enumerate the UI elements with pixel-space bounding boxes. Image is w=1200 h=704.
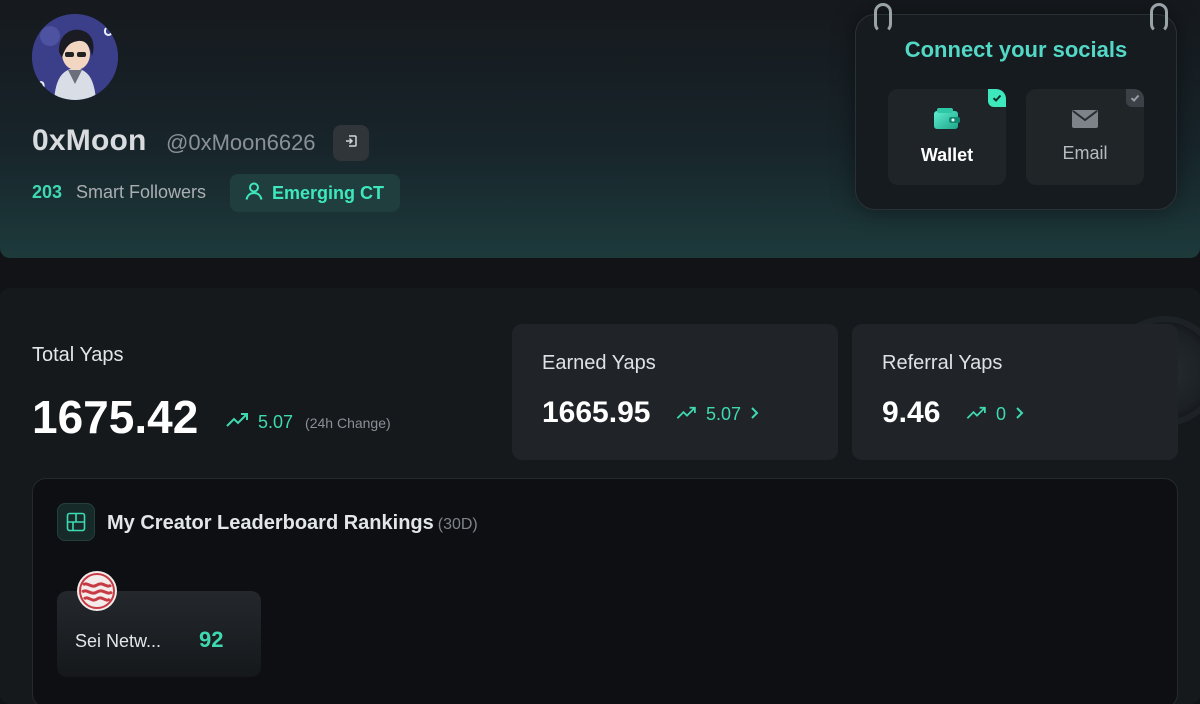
referral-yaps-change: 0 <box>966 404 1024 425</box>
earned-yaps-label: Earned Yaps <box>542 352 656 374</box>
earned-yaps-card[interactable]: Earned Yaps 1665.95 5.07 <box>512 324 838 460</box>
connect-socials-card: Connect your socials Wallet Email <box>855 3 1177 210</box>
email-label: Email <box>1062 143 1108 163</box>
chevron-right-icon[interactable] <box>749 404 759 425</box>
trending-up-icon <box>966 404 988 425</box>
wallet-icon <box>934 108 960 135</box>
emerging-ct-badge[interactable]: Emerging CT <box>230 174 401 212</box>
creator-leaderboard-rankings: My Creator Leaderboard Rankings (30D) Sei… <box>32 478 1178 704</box>
rankings-title-text: My Creator Leaderboard Rankings <box>107 512 434 534</box>
binder-ring-icon <box>874 3 892 33</box>
checkmark-icon <box>988 89 1006 107</box>
layout-grid-icon <box>57 503 95 541</box>
referral-yaps-value: 9.46 <box>882 396 941 429</box>
user-icon <box>244 181 264 206</box>
checkmark-icon <box>1126 89 1144 107</box>
chevron-right-icon[interactable] <box>1014 404 1024 425</box>
change-value: 0 <box>996 404 1007 424</box>
ranking-project-name: Sei Netw... <box>75 631 162 651</box>
earned-yaps-change: 5.07 <box>676 404 759 425</box>
change-period: (24h Change) <box>305 414 391 431</box>
badge-label: Emerging CT <box>272 182 385 203</box>
binder-ring-icon <box>1150 3 1168 33</box>
total-yaps-value: 1675.42 <box>32 391 199 443</box>
smart-followers-count: 203 <box>32 182 63 202</box>
avatar[interactable] <box>32 14 118 100</box>
trending-up-icon <box>676 404 698 425</box>
rankings-period: (30D) <box>437 516 478 533</box>
trending-up-icon <box>226 412 250 433</box>
referral-yaps-card[interactable]: Referral Yaps 9.46 0 <box>852 324 1178 460</box>
logout-button[interactable] <box>333 125 369 161</box>
profile-header: 0xMoon @0xMoon6626 203 Smart Followers E… <box>0 0 1200 258</box>
profile-handle: @0xMoon6626 <box>166 130 316 155</box>
ranking-score: 92 <box>199 627 224 652</box>
total-yaps-change: 5.07 (24h Change) <box>226 412 391 433</box>
earned-yaps-value: 1665.95 <box>542 396 651 429</box>
change-value: 5.07 <box>258 412 294 432</box>
smart-followers-label: Smart Followers <box>76 182 207 202</box>
change-value: 5.07 <box>706 404 742 424</box>
wallet-connect-button[interactable]: Wallet <box>888 89 1006 185</box>
total-yaps-label: Total Yaps <box>32 344 124 366</box>
email-connect-button[interactable]: Email <box>1026 89 1144 185</box>
yaps-panel: Total Yaps 1675.42 5.07 (24h Change) Ear… <box>0 288 1200 704</box>
mail-icon <box>1072 110 1098 133</box>
profile-name: 0xMoon <box>32 124 147 157</box>
sei-network-logo-icon <box>77 571 117 611</box>
logout-icon <box>343 133 359 154</box>
connect-socials-title: Connect your socials <box>904 37 1128 62</box>
wallet-label: Wallet <box>920 145 974 165</box>
referral-yaps-label: Referral Yaps <box>882 352 1003 374</box>
rankings-title: My Creator Leaderboard Rankings (30D) <box>107 512 478 535</box>
